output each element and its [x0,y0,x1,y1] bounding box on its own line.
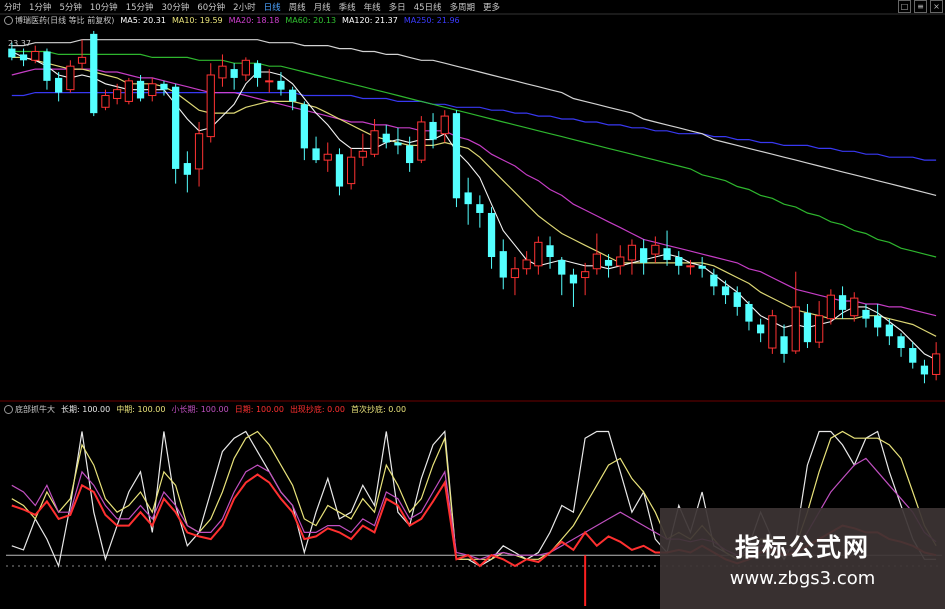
candle-body [277,80,285,90]
candle-body [698,265,706,269]
candle-body [440,115,449,135]
legend-circle-icon [4,405,13,414]
candle-body [183,163,191,175]
candle-body [230,69,238,78]
indicator-legend-item: 日期: 100.00 [234,405,284,414]
candle-body [148,83,157,97]
indicator-legend-item: 出现抄底: 0.00 [289,405,345,414]
price-label: 23.37 [8,39,31,48]
indicator-legend: 底部抓牛大 长期: 100.00 中期: 100.00 小长期: 100.00 日期:… [4,404,406,415]
ma-line-ma120 [11,39,937,196]
candle-body [160,83,168,90]
watermark: 指标公式网 www.zbgs3.com [660,508,945,609]
candle-body [253,63,262,78]
ma-line-ma20 [11,68,937,317]
indicator-legend-item: 首次抄底: 0.00 [351,405,407,414]
candle-body [124,80,133,102]
candle-body [815,315,824,343]
candle-body [885,324,893,337]
candle-body [476,204,484,213]
ma-line-ma10 [11,56,937,337]
candle-body [382,133,390,143]
indicator-legend-item: 中期: 100.00 [116,405,166,414]
candle-body [862,309,870,319]
candle-body [581,271,590,279]
candle-body [897,336,905,349]
candle-body [920,365,929,375]
candle-body [335,154,344,187]
candle-body [19,54,28,61]
candle-body [510,268,520,279]
candle-body [66,65,75,91]
candle-body [675,257,683,266]
candle-body [194,133,204,170]
candle-body [616,256,625,267]
candle-body [31,50,40,61]
ma-line-ma250 [11,91,937,161]
indicator-legend-item: 小长期: 100.00 [171,405,229,414]
watermark-url: www.zbgs3.com [729,568,876,589]
candle-body [8,48,16,58]
candle-body [850,297,859,317]
candle-body [522,259,531,270]
candle-body [370,130,379,155]
candle-body [417,121,426,161]
candle-body [101,95,110,108]
candle-body [172,86,180,169]
candle-body [838,295,847,310]
candle-body [358,150,367,158]
candle-body [394,142,402,146]
candle-body [312,148,320,161]
watermark-title: 指标公式网 [734,533,870,562]
candle-body [569,274,578,284]
candle-body [826,294,835,320]
candle-body [487,212,496,258]
candle-body [721,286,730,296]
candle-body [686,265,695,268]
candle-body [627,244,637,261]
candle-body [113,89,122,99]
candle-body [55,77,63,93]
candle-body [265,80,274,83]
candle-body [464,192,472,205]
candle-body [803,312,812,343]
candle-body [663,248,671,260]
candle-body [640,248,648,263]
candle-body [909,348,917,363]
candle-body [218,65,227,79]
candle-body [710,274,718,287]
candle-body [791,306,800,352]
candle-body [77,56,87,64]
indicator-legend-item: 长期: 100.00 [61,405,111,414]
candle-body [604,259,613,266]
candle-body [874,315,882,328]
candle-body [429,121,437,140]
candle-body [43,51,51,81]
candle-body [768,315,777,349]
candle-body [452,113,461,199]
ma-line-ma60 [11,50,937,258]
candle-body [780,336,788,354]
candle-body [323,153,332,161]
candle-body [90,33,98,114]
candle-body [592,253,601,270]
candle-body [733,292,741,307]
candle-body [546,245,554,258]
candle-body [289,89,297,102]
candle-body [206,74,215,138]
candle-body [558,259,566,275]
candle-body [651,244,660,255]
candle-body [534,241,543,267]
candle-body [406,145,414,164]
indicator-legend-title: 底部抓牛大 [4,404,55,415]
candle-body [932,353,941,375]
candle-body [347,156,356,185]
candle-body [499,251,507,278]
candle-body [241,59,250,76]
candle-body [757,324,765,334]
candle-body [136,80,145,99]
candle-body [745,303,753,322]
candle-body [300,104,308,149]
